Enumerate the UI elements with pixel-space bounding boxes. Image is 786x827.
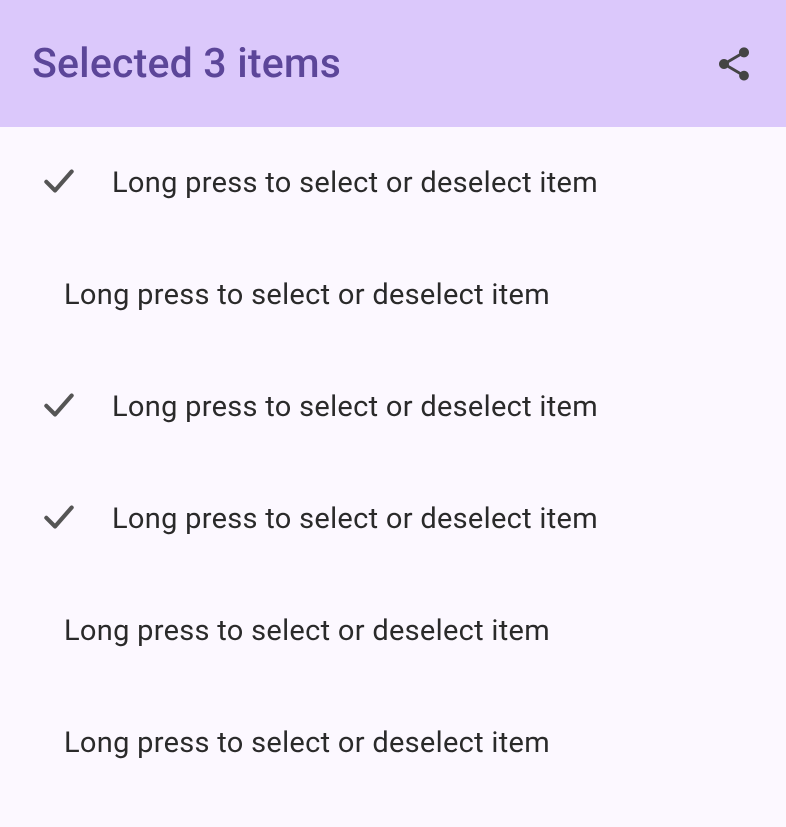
- check-icon: [40, 162, 78, 204]
- list-item-label: Long press to select or deselect item: [64, 614, 550, 648]
- list-item[interactable]: Long press to select or deselect item: [0, 463, 786, 575]
- check-icon: [40, 498, 78, 540]
- list-item[interactable]: Long press to select or deselect item: [0, 351, 786, 463]
- list-item-label: Long press to select or deselect item: [112, 390, 598, 424]
- item-list: Long press to select or deselect item Lo…: [0, 127, 786, 799]
- list-item[interactable]: Long press to select or deselect item: [0, 239, 786, 351]
- list-item[interactable]: Long press to select or deselect item: [0, 127, 786, 239]
- list-item-label: Long press to select or deselect item: [112, 166, 598, 200]
- list-item[interactable]: Long press to select or deselect item: [0, 687, 786, 799]
- list-item[interactable]: Long press to select or deselect item: [0, 575, 786, 687]
- list-item-label: Long press to select or deselect item: [64, 726, 550, 760]
- appbar-title: Selected 3 items: [32, 40, 341, 88]
- share-icon[interactable]: [714, 44, 754, 84]
- list-item-label: Long press to select or deselect item: [112, 502, 598, 536]
- list-item-label: Long press to select or deselect item: [64, 278, 550, 312]
- contextual-appbar: Selected 3 items: [0, 0, 786, 127]
- check-icon: [40, 386, 78, 428]
